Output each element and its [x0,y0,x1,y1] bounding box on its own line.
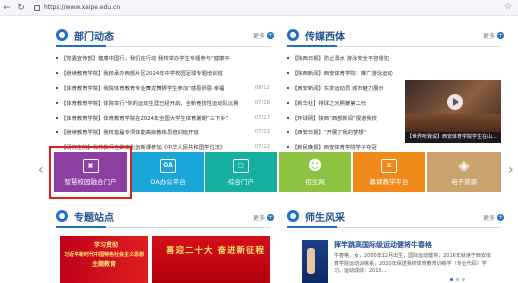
bullet [287,131,289,134]
section-bullet-icon [56,210,68,222]
media-item[interactable]: 【陕西日报】防止溺水 游泳安全不容侵犯 [287,51,401,66]
bullet [287,101,289,104]
carousel-dot[interactable] [450,278,453,281]
news-item[interactable]: 【体育教育学院】体育教育学院在2024年全国大学生体育暑期“三下乡” 07/27 [56,110,270,125]
divider-accent [287,226,337,228]
news-item[interactable]: 【体育教育学院】我院体育教育专业舞龙舞狮学生参加“感恩师恩·幸福 08/12 [56,81,270,96]
news-item[interactable]: 【继续教育学院】我校首届专项体能高级教练员培训班开班 07/22 [56,125,270,140]
tile-admissions[interactable]: ☻ 招生网 [279,152,351,192]
plus-icon: + [497,214,505,221]
media-item[interactable]: 【西安新闻】东茶运动员 城市魅力展示 [287,81,401,96]
news-more-link[interactable]: 更多 + [253,31,275,40]
section-bullet-icon [56,29,68,41]
chevron-right-icon[interactable]: › [508,162,514,178]
news-item[interactable]: 【继续教育学院】我校承办西部片区2024年中学校园足球专题培训班 [56,66,270,81]
bullet [56,101,58,104]
news-item[interactable]: 【党委宣传部】健康中国行，我们在行动 我校举办学生专题参与“健康中 [56,51,270,66]
news-item[interactable]: 【体育教育学院】体院举行“你的运动生涯已经开启，全新竞技性运动队比赛 07/28 [56,95,270,110]
tile-general-portal[interactable]: □ 综合门户 [205,152,277,192]
news-section-header: 部门动态 [56,26,114,44]
refresh-icon[interactable]: ↻ [14,1,28,15]
browser-toolbar: ← ↻ https://www.xaipe.edu.cn ☆ [0,0,518,16]
news-section-title: 部门动态 [74,31,114,43]
media-more-link[interactable]: 更多 + [483,31,505,40]
divider-accent [287,45,337,47]
topics-section-header: 专题站点 [56,207,114,225]
media-section-header: 传媒西体 [287,26,345,44]
bullet [56,86,58,89]
section-bullet-icon [287,29,299,41]
carousel-dots [450,278,465,281]
media-list: 【陕西日报】防止溺水 游泳安全不容侵犯 【陕西新闻】西安体育学院：推广游泳运动 … [287,51,401,155]
user-add-icon: ☻ [307,157,323,174]
students-more-link[interactable]: 更多 + [483,213,505,222]
book-icon: ≡ [381,158,397,173]
bullet [287,57,289,60]
news-list: 【党委宣传部】健康中国行，我们在行动 我校举办学生专题参与“健康中 【继续教育学… [56,51,270,155]
more-label: 更多 [253,33,266,40]
arrow-left-icon[interactable]: ← [0,1,14,15]
bullet [56,72,58,75]
students-section-title: 师生风采 [305,212,345,224]
section-bullet-icon [287,210,299,222]
bullet [287,86,289,89]
topic-banner-study[interactable]: 学习贯彻 习近平新时代中国特色社会主义思想 主题教育 [60,236,148,283]
media-section-title: 传媒西体 [305,31,345,43]
layers-icon: ◈ [458,157,470,174]
tile-e-resources[interactable]: ◈ 电子资源 [427,152,501,192]
athlete-photo[interactable] [302,240,328,283]
more-label: 更多 [483,215,496,222]
url-text: https://www.xaipe.edu.cn [44,4,121,11]
more-label: 更多 [483,33,496,40]
media-caption[interactable]: 【世界听我说】西安体育学院学生在山... [405,132,501,143]
topics-section-title: 专题站点 [74,212,114,224]
chevron-left-icon[interactable]: ‹ [38,162,44,178]
plus-icon: + [497,32,505,39]
athlete-figure [307,248,315,274]
bullet [56,57,58,60]
media-item[interactable]: 【环球网】陕西“西部新闻”报道我校 [287,110,401,125]
address-bar[interactable]: https://www.xaipe.edu.cn [34,2,120,13]
media-video-thumbnail[interactable] [405,80,501,132]
topic-banner-congress[interactable]: 喜迎二十大 奋进新征程 [152,236,270,283]
media-item[interactable]: 【西安日报】“开展了我的梦想” [287,125,401,140]
bullet [287,116,289,119]
bullet [287,146,289,149]
tile-oa-platform[interactable]: OA OA办公平台 [132,152,204,192]
media-item[interactable]: 【陕西新闻】西安体育学院：推广游泳运动 [287,66,401,81]
topics-more-link[interactable]: 更多 + [253,213,275,222]
oa-icon: OA [160,158,176,173]
selection-highlight [49,146,132,199]
media-item[interactable]: 【新华社】排球之光照耀第二代 [287,95,401,110]
bullet [56,131,58,134]
divider-accent [56,45,106,47]
students-section-header: 师生风采 [287,207,345,225]
play-icon[interactable] [447,94,463,110]
plus-icon: + [267,32,275,39]
student-summary: 牛春格，女，2000年12月出生，国际运动健将，2016年就读于西安体育学院运动… [334,253,491,274]
carousel-dot[interactable] [462,278,465,281]
divider-accent [56,226,106,228]
tile-mooc-platform[interactable]: ≡ 慕课教学平台 [353,152,425,192]
monitor-icon: □ [233,158,249,173]
student-headline[interactable]: 摔竿跳高国际级运动健将牛春格 [334,240,432,250]
bullet [287,72,289,75]
more-label: 更多 [253,215,266,222]
star-icon[interactable]: ☆ [504,2,512,12]
bullet [56,116,58,119]
plus-icon: + [267,214,275,221]
stage-image [405,114,501,132]
carousel-dot[interactable] [456,278,459,281]
lock-icon [34,4,40,11]
